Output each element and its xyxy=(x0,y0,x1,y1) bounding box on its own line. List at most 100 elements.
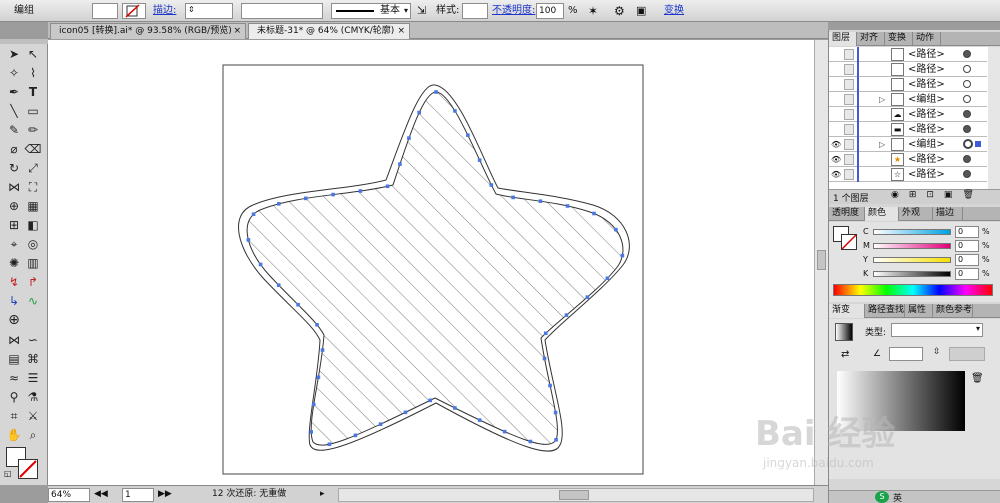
anchor-point[interactable] xyxy=(277,202,281,206)
anchor-point[interactable] xyxy=(538,199,543,203)
layer-row[interactable]: <路径> xyxy=(829,77,987,92)
target-circle-icon[interactable] xyxy=(963,95,971,103)
scroll-thumb[interactable] xyxy=(559,490,589,500)
stroke-swatch[interactable] xyxy=(122,3,146,19)
anchor-point[interactable] xyxy=(428,398,433,403)
lock-slot[interactable] xyxy=(844,169,854,180)
stroke-indicator[interactable] xyxy=(841,234,857,250)
crop-icon[interactable]: ⌗ xyxy=(5,407,23,425)
anchor-point[interactable] xyxy=(251,212,256,217)
zigzag-icon[interactable]: ≈ xyxy=(5,369,23,387)
expand-arrow-icon[interactable]: ▷ xyxy=(879,137,885,152)
tab-icon05[interactable]: icon05 [转换].ai* @ 93.58% (RGB/预览) × xyxy=(50,23,246,39)
ime-language[interactable]: 英 xyxy=(893,491,902,503)
input-method-icon[interactable]: S xyxy=(875,491,889,503)
target-circle-icon[interactable] xyxy=(963,125,971,133)
anchor-point[interactable] xyxy=(296,302,300,307)
anchor-point[interactable] xyxy=(554,438,558,442)
eraser-tool-icon[interactable]: ⌫ xyxy=(24,140,42,158)
layer-row[interactable]: 👁 ☆ <路径> xyxy=(829,167,987,182)
anchor-point[interactable] xyxy=(385,184,390,189)
align-icon[interactable]: ▣ xyxy=(636,3,656,19)
brush-select[interactable]: 基本 ▾ xyxy=(331,3,411,19)
variable-width-select[interactable] xyxy=(241,3,323,19)
status-menu-icon[interactable]: ▸ xyxy=(320,488,328,502)
pencil-tool-icon[interactable]: ✏ xyxy=(24,121,42,139)
selection-tool-icon[interactable]: ➤ xyxy=(5,45,23,63)
target-circle-icon[interactable] xyxy=(963,170,971,178)
lock-slot[interactable] xyxy=(844,109,854,120)
anchor-point[interactable] xyxy=(592,211,596,216)
bow-tie-icon[interactable]: ⋈ xyxy=(5,331,23,349)
scroll-thumb[interactable] xyxy=(817,250,826,270)
horizontal-scrollbar[interactable] xyxy=(338,488,814,502)
list-icon[interactable]: ☰ xyxy=(24,369,42,387)
page-select[interactable]: 1 xyxy=(122,488,154,502)
anchor-point[interactable] xyxy=(564,313,569,317)
anchor-point[interactable] xyxy=(553,410,558,415)
layer-row[interactable]: <路径> xyxy=(829,62,987,77)
layers-scrollbar[interactable] xyxy=(988,47,1000,189)
fill-swatch[interactable] xyxy=(92,3,118,19)
target-circle-icon[interactable] xyxy=(963,110,971,118)
tab-gradient[interactable]: 渐变 xyxy=(829,304,865,318)
reverse-gradient-icon[interactable]: ⇄ xyxy=(841,349,853,361)
layer-row[interactable]: <路径> xyxy=(829,47,987,62)
gradient-preview[interactable] xyxy=(837,371,965,431)
live-paint-bucket-icon[interactable]: ↯ xyxy=(5,273,23,291)
live-paint-selection-icon[interactable]: ↱ xyxy=(24,273,42,291)
blob-brush-tool-icon[interactable]: ⌀ xyxy=(5,140,23,158)
document-canvas[interactable] xyxy=(48,40,814,485)
anchor-point[interactable] xyxy=(258,262,263,267)
anchor-point[interactable] xyxy=(403,410,408,415)
eye-icon[interactable]: 👁 xyxy=(831,139,841,150)
yellow-slider[interactable] xyxy=(873,257,951,263)
eyedropper-tool-icon[interactable]: ⌖ xyxy=(5,235,23,253)
anchor-point[interactable] xyxy=(378,422,383,426)
line-tool-icon[interactable]: ╲ xyxy=(5,102,23,120)
anchor-point[interactable] xyxy=(358,189,363,193)
graph-icon[interactable]: ▤ xyxy=(5,350,23,368)
zoom-tool-icon[interactable]: ⌕ xyxy=(24,426,42,444)
tab-color-guide[interactable]: 颜色参考 xyxy=(933,304,973,318)
tab-actions[interactable]: 动作 xyxy=(913,32,941,46)
vertical-scrollbar[interactable] xyxy=(814,40,828,485)
visibility-slot[interactable] xyxy=(831,94,841,105)
slice-tool-icon[interactable]: ∿ xyxy=(24,292,42,310)
tab-layers[interactable]: 图层 xyxy=(829,32,857,46)
anchor-point[interactable] xyxy=(453,109,457,113)
free-transform-tool-icon[interactable]: ⛶ xyxy=(24,178,42,196)
anchor-point[interactable] xyxy=(417,110,422,115)
anchor-point[interactable] xyxy=(246,238,251,242)
style-swatch[interactable] xyxy=(462,3,488,19)
anchor-point[interactable] xyxy=(398,162,402,166)
cyan-value[interactable]: 0 xyxy=(955,226,979,238)
black-slider[interactable] xyxy=(873,271,951,277)
gradient-type-select[interactable]: ▾ xyxy=(891,323,983,337)
layer-row[interactable]: ▬ <路径> xyxy=(829,122,987,137)
next-page-icon[interactable]: ▶▶ xyxy=(158,488,184,502)
anchor-point[interactable] xyxy=(276,283,281,287)
anchor-point[interactable] xyxy=(331,192,335,197)
lock-slot[interactable] xyxy=(844,154,854,165)
column-graph-tool-icon[interactable]: ▥ xyxy=(24,254,42,272)
lock-slot[interactable] xyxy=(844,139,854,150)
dropper-icon[interactable]: ⚲ xyxy=(5,388,23,406)
stroke-weight-field[interactable]: ⇕ xyxy=(185,3,233,19)
anchor-point[interactable] xyxy=(511,195,515,200)
measure-icon[interactable]: ⚗ xyxy=(24,388,42,406)
type-tool-icon[interactable]: T xyxy=(24,83,42,101)
anchor-point[interactable] xyxy=(304,196,308,201)
wave-icon[interactable]: ∽ xyxy=(24,331,42,349)
anchor-point[interactable] xyxy=(327,442,332,447)
anchor-point[interactable] xyxy=(565,204,570,208)
scale-tool-icon[interactable]: ⤢ xyxy=(24,159,42,177)
toolbar-grip[interactable] xyxy=(0,39,48,44)
aspect-ratio-input[interactable] xyxy=(949,347,985,361)
opacity-input[interactable]: 100 xyxy=(536,3,564,19)
anchor-point[interactable] xyxy=(543,331,548,336)
anchor-point[interactable] xyxy=(316,375,321,380)
anchor-point[interactable] xyxy=(528,439,533,444)
lock-slot[interactable] xyxy=(844,94,854,105)
direct-selection-tool-icon[interactable]: ↖ xyxy=(24,45,42,63)
